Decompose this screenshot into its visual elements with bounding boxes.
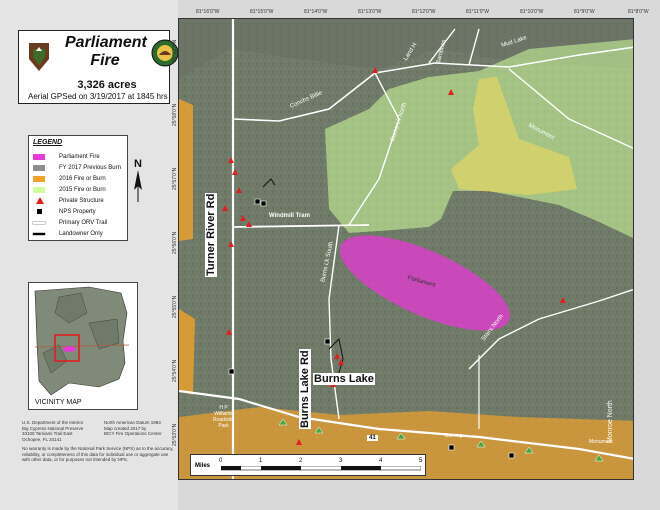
scale-label: Miles [195, 463, 211, 469]
latitude-label: 25°59'0"N [172, 39, 178, 62]
longitude-label: 81°9'0"W [574, 9, 595, 15]
scale-tick-label: 4 [379, 458, 383, 464]
legend-label: NPS Property [59, 209, 96, 215]
latitude-label: 25°55'0"N [172, 295, 178, 318]
footer-left: U.S. Department of the Interior Big Cypr… [22, 420, 84, 442]
legend-line [33, 233, 45, 235]
nps-arrowhead-logo-icon [29, 43, 49, 71]
vicinity-map-graphic [29, 283, 137, 409]
legend-item: 2016 Fire or Burn [33, 174, 129, 184]
label-burning: Burning [445, 433, 463, 439]
legend-item: 2015 Fire or Burn [33, 185, 129, 195]
footer-right: North American Datum 1983 Map created 20… [104, 420, 162, 436]
label-turner-river-rd: Turner River Rd [205, 192, 217, 277]
scale-graphic [221, 466, 421, 471]
gps-caption: Aerial GPSed on 3/19/2017 at 1845 hrs [28, 92, 168, 101]
legend-label: FY 2017 Previous Burn [59, 165, 121, 171]
legend-swatch [33, 154, 45, 160]
label-burns-lake-rd: Burns Lake Rd [299, 349, 311, 429]
fire-name: Parliament Fire [65, 34, 147, 69]
scale-bar: Miles 0 1 2 3 4 5 [190, 454, 426, 476]
left-panel: Parliament Fire 3,326 acres Aerial GPSed… [0, 0, 179, 510]
legend-item: NPS Property [33, 207, 129, 217]
legend-label: Private Structure [59, 198, 104, 204]
longitude-label: 81°15'0"W [250, 9, 274, 15]
longitude-label: 81°11'0"W [466, 9, 489, 15]
longitude-label: 81°10'0"W [520, 9, 544, 15]
scale-tick-label: 2 [299, 458, 303, 464]
legend: LEGEND Parliament Fire FY 2017 Previous B… [28, 135, 128, 241]
legend-label: Landowner Only [59, 231, 103, 237]
legend-swatch [33, 176, 45, 182]
legend-swatch [33, 187, 45, 193]
structure-triangle-icon [36, 197, 44, 204]
longitude-label: 81°12'0"W [412, 9, 436, 15]
label-burns-lake: Burns Lake [313, 373, 375, 385]
latitude-label: 25°53'0"N [172, 423, 178, 446]
legend-title: LEGEND [33, 139, 63, 146]
legend-item: Landowner Only [33, 229, 129, 239]
legend-item: FY 2017 Previous Burn [33, 163, 129, 173]
north-label: N [134, 158, 142, 170]
disclaimer: No warranty is made by the National Park… [22, 446, 174, 462]
scale-tick-label: 3 [339, 458, 343, 464]
vicinity-map: VICINITY MAP [28, 282, 138, 410]
map-frame: Conchs Billie Burns Lk North Land H Bamb… [178, 18, 634, 480]
longitude-label: 81°8'0"W [628, 9, 649, 15]
fire-acres: 3,326 acres [77, 79, 137, 91]
latitude-label: 25°56'0"N [172, 231, 178, 254]
legend-item: Parliament Fire [33, 152, 129, 162]
scale-tick-label: 1 [259, 458, 263, 464]
legend-item: Private Structure [33, 196, 129, 206]
vicinity-map-label: VICINITY MAP [35, 399, 82, 406]
legend-label: Parliament Fire [59, 154, 100, 160]
route-41-shield: 41 [367, 435, 378, 441]
legend-line [33, 222, 45, 224]
legend-label: 2015 Fire or Burn [59, 187, 106, 193]
scale-tick-label: 5 [419, 458, 423, 464]
longitude-label: 81°13'0"W [358, 9, 382, 15]
longitude-label: 81°14'0"W [304, 9, 328, 15]
latitude-label: 25°57'0"N [172, 167, 178, 190]
burn-2016-west [179, 99, 193, 241]
nps-square-icon [37, 209, 42, 214]
label-windmill-tram: Windmill Tram [269, 213, 310, 219]
label-hp-williams-park: H P Williams Roadside Park [213, 405, 235, 429]
map-graphic [179, 19, 633, 479]
scale-tick-label: 0 [219, 458, 223, 464]
label-monroe-north: Monroe North [607, 400, 614, 443]
latitude-label: 25°58'0"N [172, 103, 178, 126]
legend-label: 2016 Fire or Burn [59, 176, 106, 182]
legend-item: Primary ORV Trail [33, 218, 129, 228]
latitude-label: 25°54'0"N [172, 359, 178, 382]
legend-label: Primary ORV Trail [59, 220, 108, 226]
longitude-label: 81°16'0"W [196, 9, 220, 15]
legend-swatch [33, 165, 45, 171]
